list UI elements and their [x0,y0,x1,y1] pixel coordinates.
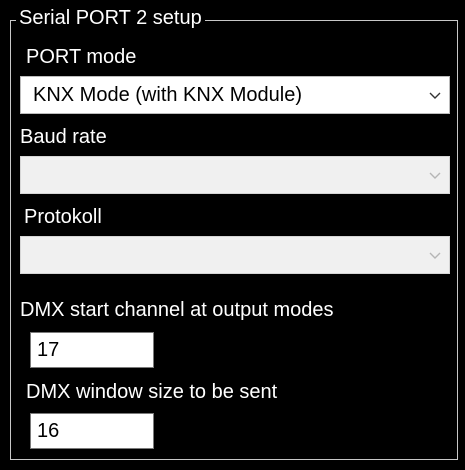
groupbox-title: Serial PORT 2 setup [16,4,205,32]
baud-rate-select[interactable] [20,156,450,194]
protokoll-label: Protokoll [24,206,102,228]
chevron-down-icon[interactable] [421,237,449,273]
chevron-down-icon[interactable] [421,77,449,113]
dmx-start-channel-input[interactable]: 17 [30,332,154,368]
dmx-window-size-label: DMX window size to be sent [26,381,278,403]
baud-rate-label: Baud rate [20,126,107,148]
port-mode-select[interactable]: KNX Mode (with KNX Module) [20,76,450,114]
protokoll-select[interactable] [20,236,450,274]
port-mode-label: PORT mode [26,46,137,68]
chevron-down-icon[interactable] [421,157,449,193]
port-mode-value: KNX Mode (with KNX Module) [33,84,302,106]
dmx-start-channel-label: DMX start channel at output modes [20,299,334,321]
dmx-window-size-input[interactable]: 16 [30,413,154,449]
